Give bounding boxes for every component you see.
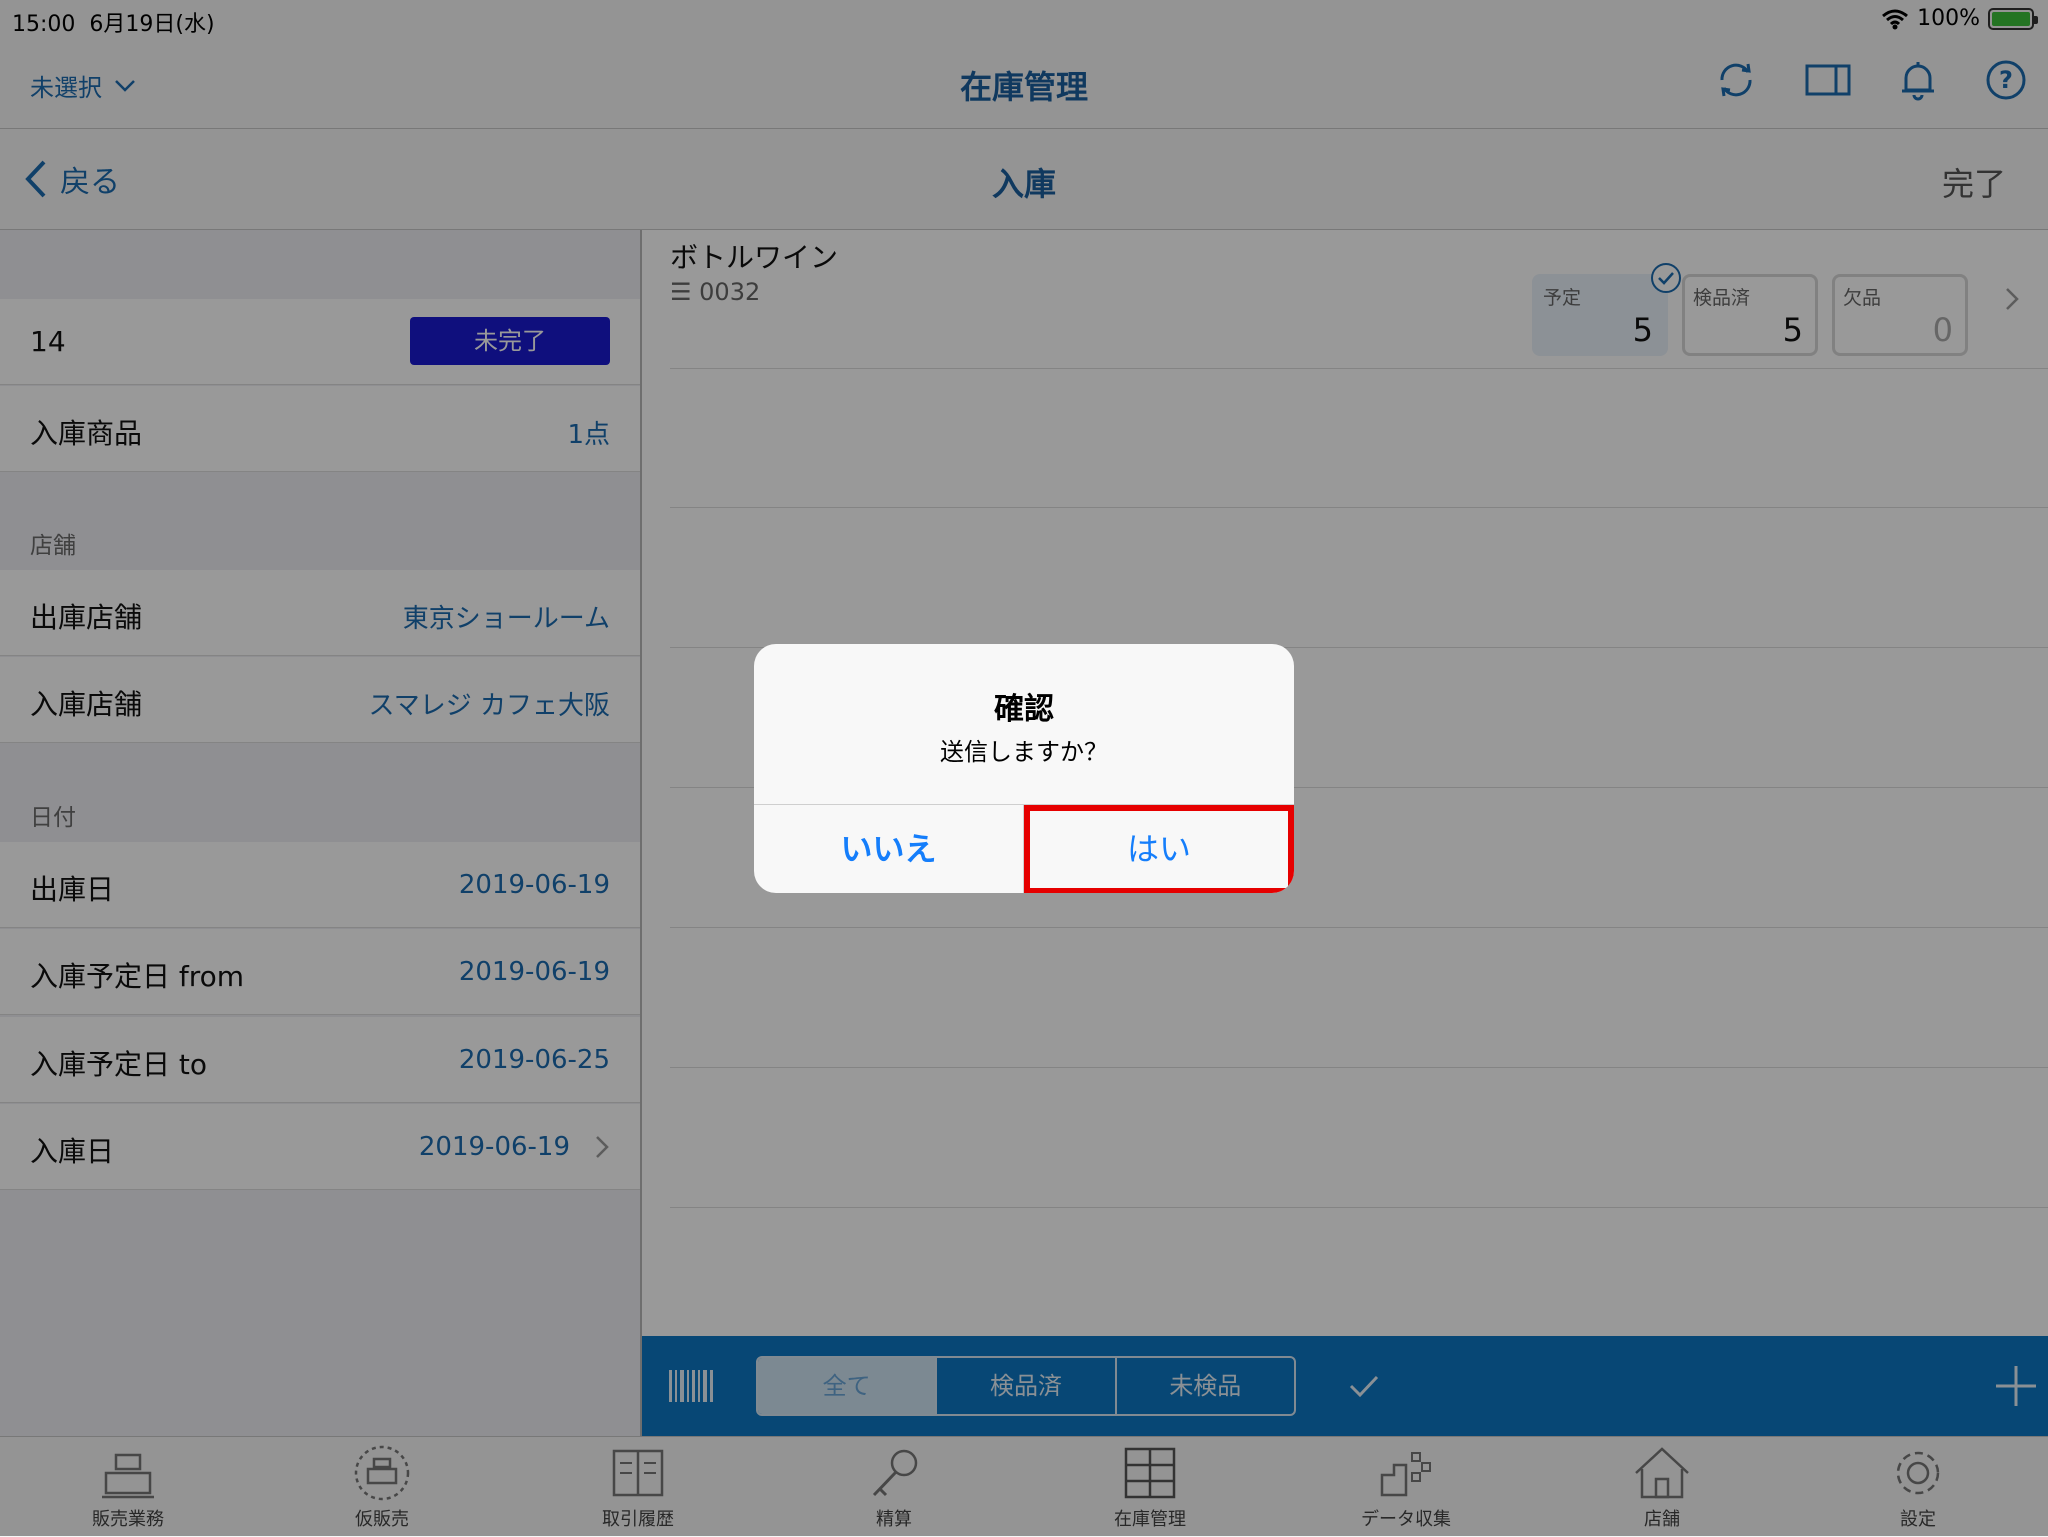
no-button[interactable]: いいえ	[754, 805, 1024, 893]
confirm-dialog: 確認 送信しますか？ いいえ はい	[754, 644, 1294, 893]
dialog-title: 確認	[994, 692, 1054, 727]
yes-button[interactable]: はい	[1024, 805, 1294, 893]
dialog-message: 送信しますか？	[940, 738, 1108, 766]
dialog-buttons: いいえ はい	[754, 804, 1294, 893]
